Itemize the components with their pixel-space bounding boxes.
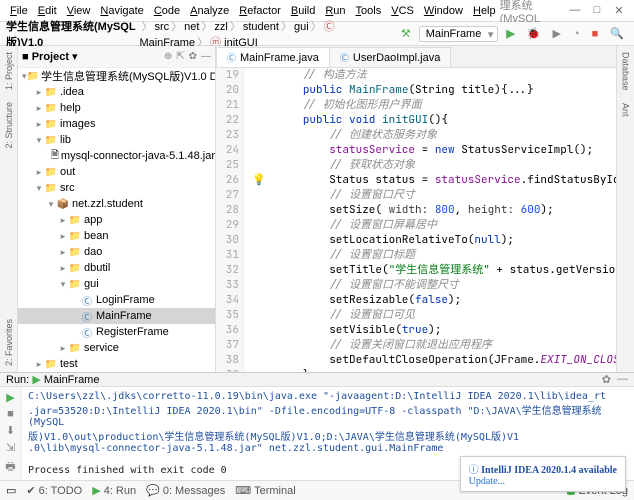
tree-dao[interactable]: ▸📁dao [18, 244, 215, 260]
profile-button[interactable]: ◔ [569, 26, 584, 42]
minimize-button[interactable]: — [568, 4, 582, 17]
tree-help[interactable]: ▸📁help [18, 100, 215, 116]
notif-link[interactable]: Update... [469, 476, 505, 487]
tree-MainFrame[interactable]: ⒸMainFrame [18, 308, 215, 324]
notif-title: IntelliJ IDEA 2020.1.4 available [481, 465, 617, 476]
hide-icon[interactable]: — [201, 51, 211, 62]
run-layout-icon[interactable]: ⇲ [6, 441, 15, 454]
menu-help[interactable]: Help [469, 3, 500, 19]
run-toolbar: ▶ ■ ⬇ ⇲ 🖶 🗑 [0, 387, 22, 494]
run-stop-icon[interactable]: ■ [7, 408, 14, 420]
tree-service[interactable]: ▸📁service [18, 340, 215, 356]
select-opened-file-icon[interactable]: ⊕ [164, 51, 172, 62]
menubar: FileEditViewNavigateCodeAnalyzeRefactorB… [0, 3, 500, 19]
project-header: ■ Project ▾ ⊕ ⇱ ✿ — [18, 46, 215, 68]
run-down-icon[interactable]: ⬇ [6, 424, 15, 437]
menu-code[interactable]: Code [150, 3, 184, 19]
tree-学生信息管理系统(MySQL版)V1.0[interactable]: ▾📁学生信息管理系统(MySQL版)V1.0 D [18, 68, 215, 84]
update-notification[interactable]: ⓘ IntelliJ IDEA 2020.1.4 available Updat… [460, 456, 626, 492]
crumb-gui[interactable]: gui [294, 21, 309, 33]
tree-images[interactable]: ▸📁images [18, 116, 215, 132]
menu-view[interactable]: View [63, 3, 95, 19]
run-button[interactable]: ▶ [502, 25, 518, 42]
menu-tools[interactable]: Tools [352, 3, 386, 19]
tab-project[interactable]: 1: Project [3, 46, 15, 96]
tree-mysql-connector-java-5.1.48.jar[interactable]: 🗎mysql-connector-java-5.1.48.jar [18, 148, 215, 164]
menu-refactor[interactable]: Refactor [235, 3, 285, 19]
tree-lib[interactable]: ▾📁lib [18, 132, 215, 148]
run-pane: Run: ▶ MainFrame ✿ — ▶ ■ ⬇ ⇲ 🖶 🗑 C:\User… [0, 372, 634, 480]
debug-button[interactable]: 🐞 [523, 25, 545, 42]
tree-gui[interactable]: ▾📁gui [18, 276, 215, 292]
tree-.idea[interactable]: ▸📁.idea [18, 84, 215, 100]
run-print-icon[interactable]: 🖶 [5, 458, 15, 477]
code-area[interactable]: 1920212223242526272829303132333435363738… [216, 68, 616, 372]
build-icon[interactable]: ⚒ [397, 25, 415, 42]
tree-bean[interactable]: ▸📁bean [18, 228, 215, 244]
tab-structure[interactable]: 2: Structure [3, 96, 15, 155]
menu-navigate[interactable]: Navigate [96, 3, 147, 19]
tab-ant[interactable]: Ant [620, 97, 632, 123]
tab-favorites[interactable]: 2: Favorites [3, 313, 15, 372]
tree-RegisterFrame[interactable]: ⒸRegisterFrame [18, 324, 215, 340]
editor-tab-MainFrame.java[interactable]: ⒸMainFrame.java [216, 47, 330, 67]
menu-edit[interactable]: Edit [34, 3, 61, 19]
tree-app[interactable]: ▸📁app [18, 212, 215, 228]
run-config-combo[interactable]: MainFrame [419, 26, 499, 42]
gutter: 1920212223242526272829303132333435363738… [216, 68, 244, 372]
nav-toolbar: 学生信息管理系统(MySQL版)V1.0 〉src〉net〉zzl〉studen… [0, 22, 634, 46]
tree-dbutil[interactable]: ▸📁dbutil [18, 260, 215, 276]
run-label: Run: [6, 374, 29, 386]
tree-test[interactable]: ▸📁test [18, 356, 215, 372]
project-tree[interactable]: ▾📁学生信息管理系统(MySQL版)V1.0 D▸📁.idea▸📁help▸📁i… [18, 68, 215, 372]
breadcrumb: 学生信息管理系统(MySQL版)V1.0 〉src〉net〉zzl〉studen… [6, 18, 389, 50]
crumb-src[interactable]: src [154, 21, 169, 33]
menu-analyze[interactable]: Analyze [186, 3, 233, 19]
menu-build[interactable]: Build [287, 3, 319, 19]
close-button[interactable]: ✕ [612, 4, 626, 17]
tree-net.zzl.student[interactable]: ▾📦net.zzl.student [18, 196, 215, 212]
menu-file[interactable]: File [6, 3, 32, 19]
project-pane: ■ Project ▾ ⊕ ⇱ ✿ — ▾📁学生信息管理系统(MySQL版)V1… [18, 46, 216, 372]
settings-icon[interactable]: ✿ [189, 51, 197, 62]
run-tab-icon: ▶ [32, 373, 40, 386]
project-view-combo[interactable]: ■ Project ▾ [22, 50, 78, 63]
breadcrumb-root[interactable]: 学生信息管理系统(MySQL版)V1.0 [6, 18, 137, 50]
status-menu-icon[interactable]: ▭ [6, 484, 16, 497]
run-settings-icon[interactable]: ✿ [602, 373, 611, 386]
run-hide-icon[interactable]: — [617, 373, 628, 386]
menu-window[interactable]: Window [420, 3, 467, 19]
menu-run[interactable]: Run [321, 3, 349, 19]
crumb-student[interactable]: student [243, 21, 279, 33]
crumb-zzl[interactable]: zzl [214, 21, 227, 33]
tree-out[interactable]: ▸📁out [18, 164, 215, 180]
stop-button[interactable]: ■ [588, 26, 603, 42]
search-icon[interactable]: 🔍 [606, 25, 628, 42]
right-toolstrip: Database Ant [616, 46, 634, 372]
tab-database[interactable]: Database [620, 46, 632, 97]
rerun-button[interactable]: ▶ [6, 391, 14, 404]
run-tab-name[interactable]: MainFrame [44, 374, 100, 386]
maximize-button[interactable]: □ [590, 4, 604, 17]
coverage-button[interactable]: ▶ [549, 25, 565, 42]
editor-tabs: ⒸMainFrame.javaⒸUserDaoImpl.java [216, 46, 616, 68]
code-text[interactable]: // 构造方法 public MainFrame(String title){.… [244, 68, 616, 372]
crumb-net[interactable]: net [184, 21, 199, 33]
editor-tab-UserDaoImpl.java[interactable]: ⒸUserDaoImpl.java [329, 47, 451, 67]
run-output[interactable]: C:\Users\zzl\.jdks\corretto-11.0.19\bin\… [22, 387, 634, 494]
tree-src[interactable]: ▾📁src [18, 180, 215, 196]
tree-LoginFrame[interactable]: ⒸLoginFrame [18, 292, 215, 308]
editor-pane: ⒸMainFrame.javaⒸUserDaoImpl.java 1920212… [216, 46, 616, 372]
collapse-all-icon[interactable]: ⇱ [176, 51, 184, 62]
menu-vcs[interactable]: VCS [387, 3, 418, 19]
left-toolstrip: 1: Project 2: Structure 2: Favorites [0, 46, 18, 372]
